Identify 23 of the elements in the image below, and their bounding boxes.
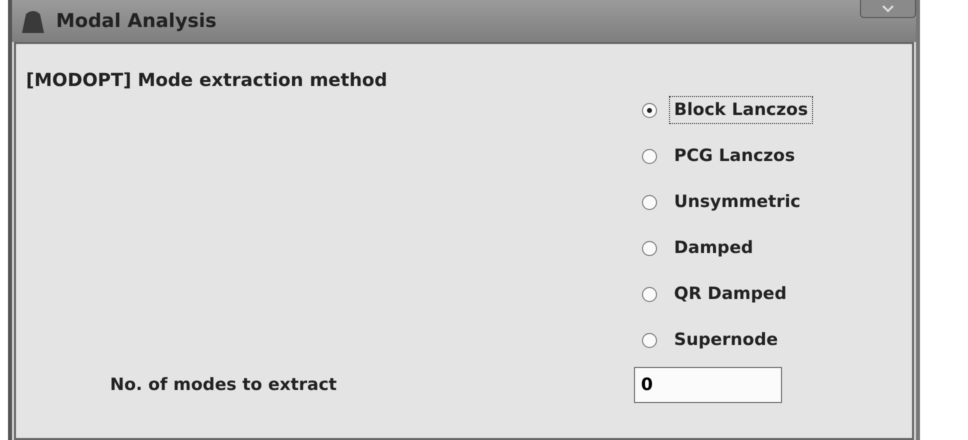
radio-option[interactable]: QR Damped — [642, 277, 912, 311]
radio-button[interactable] — [642, 332, 657, 348]
radio-option[interactable]: Block Lanczos — [642, 93, 912, 127]
radio-label: QR Damped — [673, 283, 788, 306]
radio-option[interactable]: Supernode — [642, 323, 912, 357]
radio-option[interactable]: PCG Lanczos — [642, 139, 912, 173]
app-icon — [20, 8, 46, 34]
field-label: No. of modes to extract — [110, 375, 338, 395]
radio-button[interactable] — [642, 148, 657, 164]
radio-label: Block Lanczos — [669, 96, 813, 124]
radio-button[interactable] — [642, 194, 657, 210]
radio-label: Unsymmetric — [673, 191, 802, 214]
radio-option[interactable]: Unsymmetric — [642, 185, 912, 219]
section-label: [MODOPT] Mode extraction method — [26, 70, 388, 91]
radio-option[interactable]: Damped — [642, 231, 912, 265]
radio-label: Damped — [673, 237, 754, 260]
radio-label: PCG Lanczos — [673, 145, 796, 168]
radio-label: Supernode — [673, 329, 779, 352]
window-title: Modal Analysis — [56, 10, 217, 32]
input-field[interactable]: 0 — [634, 367, 782, 403]
radio-button[interactable] — [642, 102, 657, 118]
radio-button[interactable] — [642, 240, 657, 256]
radio-button[interactable] — [642, 286, 657, 302]
